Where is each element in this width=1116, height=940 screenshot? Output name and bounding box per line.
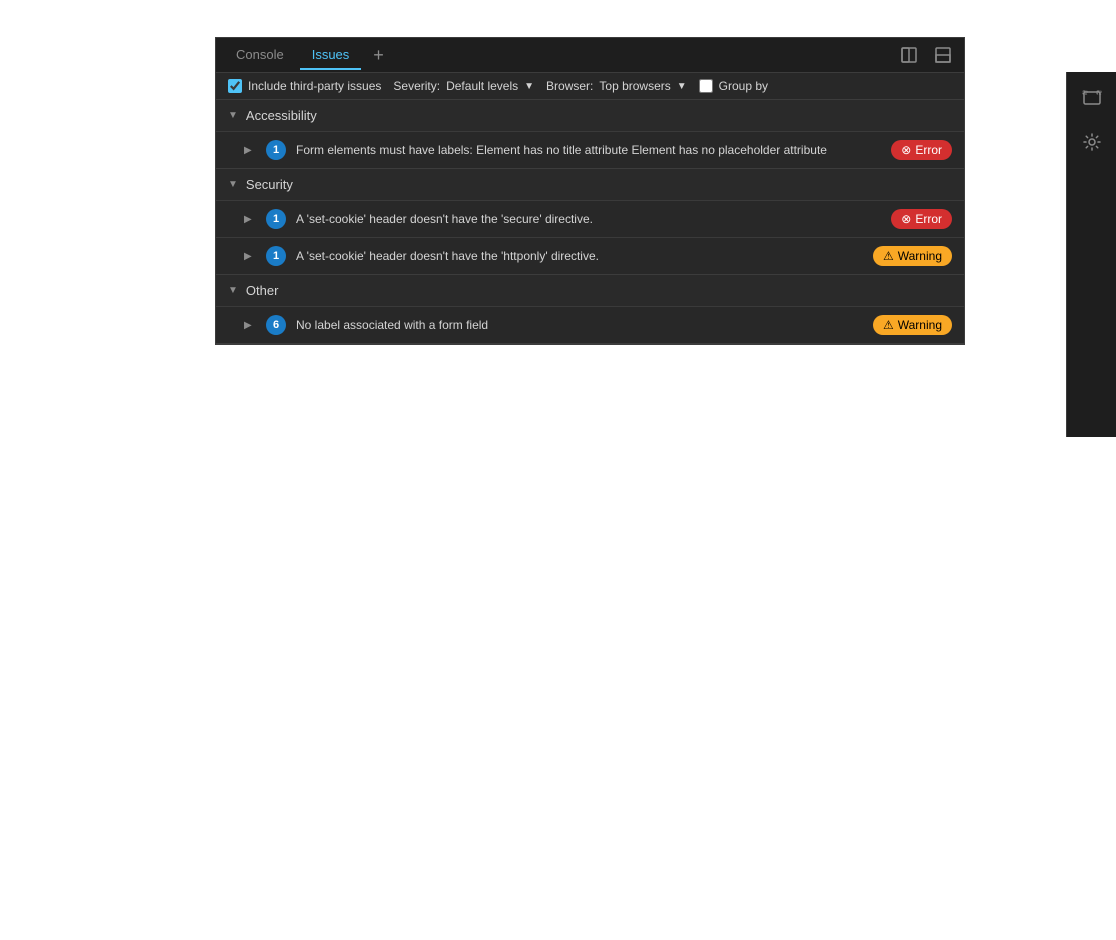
issue-oth-1-expand: ▶ bbox=[244, 320, 256, 331]
issues-content: ▼ Accessibility ▶ 1 Form elements must h… bbox=[216, 100, 964, 344]
tab-console[interactable]: Console bbox=[224, 41, 296, 70]
error-icon-acc-1: ⊗ bbox=[901, 143, 911, 157]
error-icon-sec-1: ⊗ bbox=[901, 212, 911, 226]
group-by-item[interactable]: Group by bbox=[699, 79, 768, 93]
settings-icon[interactable] bbox=[1074, 124, 1110, 160]
issue-sec-2-badge: ⚠ Warning bbox=[873, 246, 952, 266]
category-security: ▼ Security ▶ 1 A 'set-cookie' header doe… bbox=[216, 169, 964, 275]
issue-oth-1-text: No label associated with a form field bbox=[296, 317, 863, 334]
category-other: ▼ Other ▶ 6 No label associated with a f… bbox=[216, 275, 964, 344]
issue-acc-1-expand: ▶ bbox=[244, 145, 256, 156]
issue-sec-2-count: 1 bbox=[266, 246, 286, 266]
issue-sec-1-text: A 'set-cookie' header doesn't have the '… bbox=[296, 211, 881, 228]
issue-acc-1-text: Form elements must have labels: Element … bbox=[296, 142, 881, 159]
issue-oth-1-count: 6 bbox=[266, 315, 286, 335]
include-third-party-label: Include third-party issues bbox=[248, 79, 381, 93]
issue-row-sec-1[interactable]: ▶ 1 A 'set-cookie' header doesn't have t… bbox=[216, 200, 964, 237]
tab-bar-actions bbox=[896, 42, 956, 68]
include-third-party-checkbox[interactable] bbox=[228, 79, 242, 93]
category-accessibility-header[interactable]: ▼ Accessibility bbox=[216, 100, 964, 131]
issue-oth-1-badge: ⚠ Warning bbox=[873, 315, 952, 335]
issue-row-acc-1[interactable]: ▶ 1 Form elements must have labels: Elem… bbox=[216, 131, 964, 168]
browser-arrow: ▼ bbox=[677, 81, 687, 92]
other-label: Other bbox=[246, 283, 279, 298]
include-third-party-item: Include third-party issues bbox=[228, 79, 381, 93]
browser-item[interactable]: Browser: Top browsers ▼ bbox=[546, 79, 687, 93]
issue-sec-1-badge: ⊗ Error bbox=[891, 209, 952, 229]
security-label: Security bbox=[246, 177, 293, 192]
security-expand-arrow: ▼ bbox=[228, 179, 238, 190]
issue-sec-1-expand: ▶ bbox=[244, 214, 256, 225]
issue-sec-2-expand: ▶ bbox=[244, 251, 256, 262]
category-accessibility: ▼ Accessibility ▶ 1 Form elements must h… bbox=[216, 100, 964, 169]
side-icons-panel bbox=[1066, 72, 1116, 437]
other-expand-arrow: ▼ bbox=[228, 285, 238, 296]
issue-acc-1-count: 1 bbox=[266, 140, 286, 160]
issue-row-oth-1[interactable]: ▶ 6 No label associated with a form fiel… bbox=[216, 306, 964, 343]
issue-row-sec-2[interactable]: ▶ 1 A 'set-cookie' header doesn't have t… bbox=[216, 237, 964, 274]
severity-arrow: ▼ bbox=[524, 81, 534, 92]
severity-label: Severity: bbox=[393, 79, 440, 93]
category-other-header[interactable]: ▼ Other bbox=[216, 275, 964, 306]
tab-issues[interactable]: Issues bbox=[300, 41, 362, 70]
tab-bar: Console Issues + bbox=[216, 38, 964, 73]
group-by-label: Group by bbox=[719, 79, 768, 93]
issue-sec-2-text: A 'set-cookie' header doesn't have the '… bbox=[296, 248, 863, 265]
accessibility-expand-arrow: ▼ bbox=[228, 110, 238, 121]
browser-value: Top browsers bbox=[599, 79, 670, 93]
group-by-checkbox[interactable] bbox=[699, 79, 713, 93]
issue-acc-1-badge: ⊗ Error bbox=[891, 140, 952, 160]
dock-icon[interactable] bbox=[896, 42, 922, 68]
category-security-header[interactable]: ▼ Security bbox=[216, 169, 964, 200]
undock-icon[interactable] bbox=[930, 42, 956, 68]
severity-item[interactable]: Severity: Default levels ▼ bbox=[393, 79, 534, 93]
screenshot-icon[interactable] bbox=[1074, 80, 1110, 116]
issue-sec-1-count: 1 bbox=[266, 209, 286, 229]
issues-toolbar: Include third-party issues Severity: Def… bbox=[216, 73, 964, 100]
accessibility-label: Accessibility bbox=[246, 108, 317, 123]
browser-label: Browser: bbox=[546, 79, 593, 93]
warning-icon-oth-1: ⚠ bbox=[883, 318, 894, 332]
warning-icon-sec-2: ⚠ bbox=[883, 249, 894, 263]
tab-add-button[interactable]: + bbox=[365, 45, 392, 66]
severity-value: Default levels bbox=[446, 79, 518, 93]
